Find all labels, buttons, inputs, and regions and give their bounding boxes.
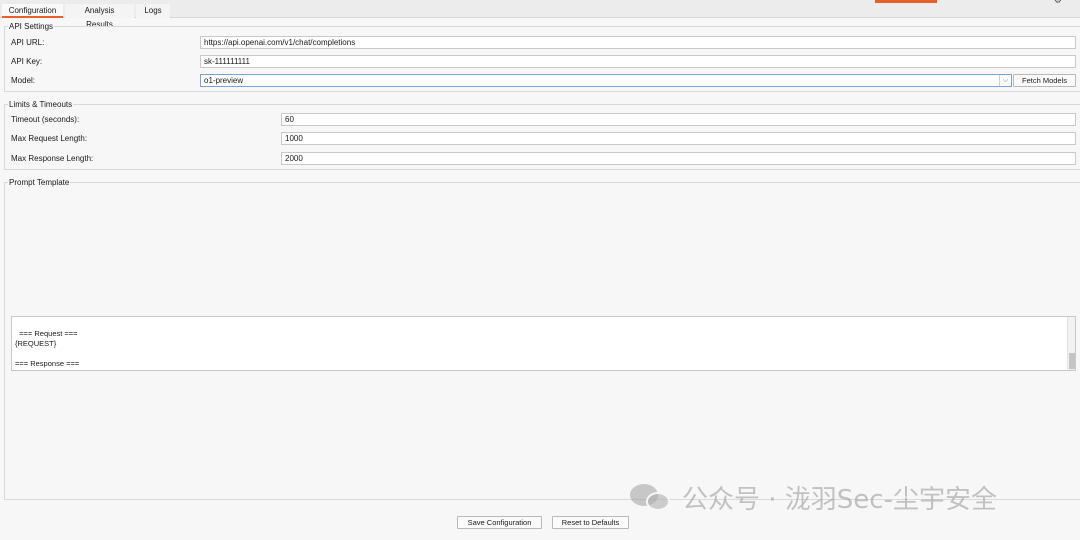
max-response-input[interactable]: 2000 bbox=[281, 152, 1076, 165]
prompt-template-content: === Request === {REQUEST} === Response =… bbox=[15, 329, 80, 370]
scrollbar-thumb[interactable] bbox=[1069, 353, 1075, 369]
save-configuration-button[interactable]: Save Configuration bbox=[457, 516, 542, 529]
limits-title: Limits & Timeouts bbox=[8, 99, 74, 110]
timeout-input[interactable]: 60 bbox=[281, 113, 1076, 126]
watermark: 公众号 · 泷羽Sec-尘宇安全 bbox=[630, 480, 997, 515]
prompt-template-textarea[interactable]: === Request === {REQUEST} === Response =… bbox=[11, 316, 1076, 371]
watermark-text: 公众号 · 泷羽Sec-尘宇安全 bbox=[682, 484, 997, 515]
tab-bar: Configuration Analysis Results Logs bbox=[0, 4, 1080, 29]
chevron-down-icon[interactable]: ⌵ bbox=[999, 75, 1011, 86]
tab-logs[interactable]: Logs bbox=[136, 4, 170, 18]
active-extension-tab-indicator bbox=[875, 0, 937, 3]
api-key-input[interactable]: sk-111111111 bbox=[200, 55, 1076, 68]
api-url-label: API URL: bbox=[11, 38, 45, 47]
prompt-template-title: Prompt Template bbox=[8, 177, 71, 188]
tab-configuration[interactable]: Configuration bbox=[2, 4, 63, 18]
model-select-value: o1-preview bbox=[204, 76, 244, 85]
max-request-input[interactable]: 1000 bbox=[281, 132, 1076, 145]
wechat-icon bbox=[630, 482, 674, 512]
prompt-template-scrollbar[interactable] bbox=[1067, 317, 1075, 370]
api-key-label: API Key: bbox=[11, 57, 43, 66]
fetch-models-button[interactable]: Fetch Models bbox=[1013, 74, 1076, 87]
reset-to-defaults-button[interactable]: Reset to Defaults bbox=[552, 516, 629, 529]
api-settings-title: API Settings bbox=[8, 21, 55, 32]
model-label: Model: bbox=[11, 76, 36, 85]
max-request-label: Max Request Length: bbox=[11, 134, 88, 143]
timeout-label: Timeout (seconds): bbox=[11, 115, 80, 124]
api-url-input[interactable]: https://api.openai.com/v1/chat/completio… bbox=[200, 36, 1076, 49]
max-response-label: Max Response Length: bbox=[11, 154, 94, 163]
tab-analysis-results[interactable]: Analysis Results bbox=[65, 4, 134, 29]
model-select[interactable]: o1-preview ⌵ bbox=[200, 74, 1012, 87]
